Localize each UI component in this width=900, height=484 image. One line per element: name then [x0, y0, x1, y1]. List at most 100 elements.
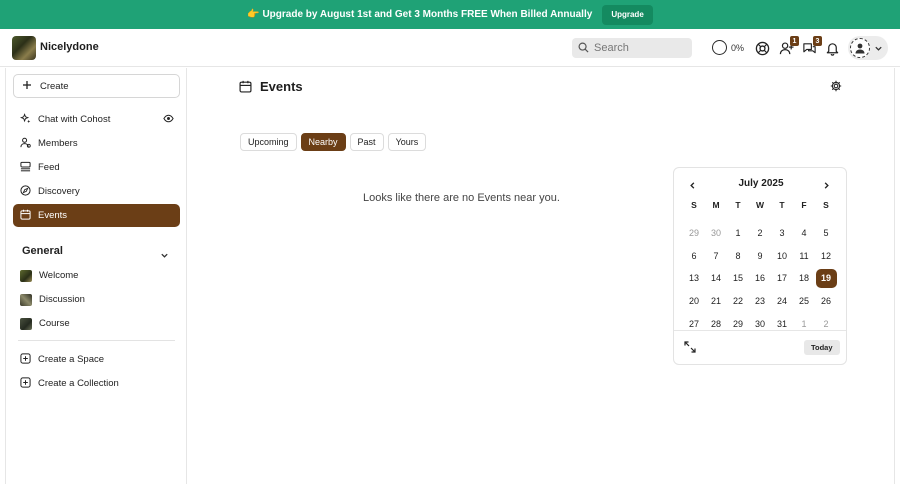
- chat-icon[interactable]: 3: [800, 36, 822, 57]
- sidebar-item-chat-with-cohost[interactable]: Chat with Cohost: [13, 108, 180, 131]
- community-logo[interactable]: [12, 36, 36, 60]
- tab-upcoming[interactable]: Upcoming: [240, 133, 297, 151]
- main-content: Events Upcoming Nearby Past Yours Looks …: [187, 68, 895, 484]
- calendar-day-label: 11: [799, 250, 809, 261]
- calendar-day[interactable]: 31: [771, 312, 793, 335]
- calendar-day[interactable]: 30: [749, 312, 771, 335]
- space-thumbnail: [20, 317, 32, 330]
- calendar-day[interactable]: 5: [815, 222, 837, 245]
- sidebar-item-label: Welcome: [39, 270, 79, 281]
- sidebar-item-discovery[interactable]: Discovery: [13, 180, 180, 203]
- invite-member-icon[interactable]: 1: [777, 36, 799, 57]
- calendar-day[interactable]: 24: [771, 290, 793, 313]
- calendar-day-label: 3: [779, 228, 785, 239]
- calendar-day-label: 20: [688, 296, 699, 307]
- calendar-day[interactable]: 13: [683, 267, 705, 290]
- search-input[interactable]: [594, 42, 684, 54]
- calendar-grid: S M T W T F S 29 30 1 2 3 4 5 6 7 8 9 10 11 12 13 14 15 1…: [683, 199, 837, 335]
- calendar-day-label: 15: [732, 273, 743, 284]
- calendar-day[interactable]: 15: [727, 267, 749, 290]
- site-name[interactable]: Nicelydone: [40, 41, 99, 53]
- calendar-day[interactable]: 9: [749, 244, 771, 267]
- tab-past[interactable]: Past: [349, 133, 384, 151]
- calendar-day[interactable]: 10: [771, 244, 793, 267]
- calendar-day[interactable]: 12: [815, 244, 837, 267]
- calendar-day[interactable]: 26: [815, 290, 837, 313]
- calendar-day[interactable]: 1: [793, 312, 815, 335]
- calendar-day[interactable]: 1: [727, 222, 749, 245]
- calendar-day[interactable]: 16: [749, 267, 771, 290]
- chevron-down-icon[interactable]: [160, 248, 169, 263]
- calendar-day[interactable]: 29: [727, 312, 749, 335]
- plus-square-icon: [20, 376, 31, 391]
- chevron-right-icon[interactable]: [822, 178, 831, 193]
- create-collection-button[interactable]: Create a Collection: [13, 372, 180, 395]
- sidebar-item-discussion[interactable]: Discussion: [13, 288, 180, 311]
- calendar-day[interactable]: 30: [705, 222, 727, 245]
- calendar-day[interactable]: 17: [771, 267, 793, 290]
- sidebar-item-welcome[interactable]: Welcome: [13, 264, 180, 287]
- calendar-day[interactable]: 3: [771, 222, 793, 245]
- calendar-day[interactable]: 28: [705, 312, 727, 335]
- sidebar-item-course[interactable]: Course: [13, 312, 180, 335]
- calendar-day[interactable]: 20: [683, 290, 705, 313]
- tab-yours[interactable]: Yours: [387, 133, 427, 151]
- calendar-day[interactable]: 7: [705, 244, 727, 267]
- calendar-day[interactable]: 27: [683, 312, 705, 335]
- user-silhouette-icon: [855, 43, 865, 54]
- calendar-day[interactable]: 18: [793, 267, 815, 290]
- sidebar-item-members[interactable]: Members: [13, 132, 180, 155]
- calendar-day-label: 9: [757, 250, 763, 261]
- calendar-day[interactable]: 22: [727, 290, 749, 313]
- calendar-day[interactable]: 14: [705, 267, 727, 290]
- calendar-day-label: 22: [732, 296, 743, 307]
- calendar-day[interactable]: 6: [683, 244, 705, 267]
- calendar-day[interactable]: 8: [727, 244, 749, 267]
- weekday-header: W: [755, 200, 765, 210]
- calendar-day[interactable]: 2: [749, 222, 771, 245]
- event-tabs: Upcoming Nearby Past Yours: [240, 133, 427, 151]
- calendar-day-label: 2: [757, 228, 763, 239]
- members-icon: [20, 137, 31, 151]
- progress-label: 0%: [731, 42, 745, 53]
- sidebar-item-feed[interactable]: Feed: [13, 156, 180, 179]
- banner-text: 👉 Upgrade by August 1st and Get 3 Months…: [247, 9, 593, 20]
- expand-icon[interactable]: [684, 341, 696, 356]
- calendar-day[interactable]: 11: [793, 244, 815, 267]
- create-space-button[interactable]: Create a Space: [13, 348, 180, 371]
- calendar-day[interactable]: 23: [749, 290, 771, 313]
- calendar-day[interactable]: 4: [793, 222, 815, 245]
- sidebar-item-label: Discussion: [39, 294, 85, 305]
- calendar-day[interactable]: 25: [793, 290, 815, 313]
- calendar-day-selected[interactable]: 19: [815, 267, 837, 290]
- calendar-day[interactable]: 2: [815, 312, 837, 335]
- sidebar-item-events[interactable]: Events: [13, 204, 180, 227]
- create-button[interactable]: Create: [13, 74, 180, 98]
- tab-nearby[interactable]: Nearby: [300, 133, 346, 151]
- bell-icon[interactable]: [823, 39, 841, 57]
- calendar-day-label: 29: [732, 318, 743, 329]
- calendar-widget: July 2025 S M T W T F S 29 30 1 2 3 4 5 6 7 8 9 10 1…: [673, 167, 847, 365]
- calendar-day[interactable]: 21: [705, 290, 727, 313]
- eye-icon[interactable]: [163, 113, 174, 127]
- calendar-day[interactable]: 29: [683, 222, 705, 245]
- today-button[interactable]: Today: [804, 340, 840, 355]
- onboarding-progress[interactable]: 0%: [712, 40, 744, 55]
- gear-icon[interactable]: [830, 80, 842, 95]
- help-icon[interactable]: [753, 39, 771, 57]
- calendar-day-label: 24: [776, 296, 787, 307]
- upgrade-button[interactable]: Upgrade: [602, 4, 653, 25]
- calendar-day-label: 21: [710, 296, 721, 307]
- create-label: Create: [40, 80, 69, 92]
- progress-ring-icon: [712, 40, 727, 55]
- calendar-day-label: 13: [688, 273, 699, 284]
- calendar-day-label: 19: [815, 268, 837, 288]
- calendar-day-label: 30: [710, 228, 721, 239]
- upgrade-banner: 👉 Upgrade by August 1st and Get 3 Months…: [0, 0, 900, 29]
- calendar-day-label: 7: [713, 250, 719, 261]
- weekday-header: M: [712, 200, 720, 210]
- section-title-general[interactable]: General: [22, 245, 63, 257]
- sidebar-item-label: Course: [39, 318, 70, 329]
- search-box[interactable]: [572, 38, 692, 58]
- profile-menu[interactable]: [848, 36, 888, 60]
